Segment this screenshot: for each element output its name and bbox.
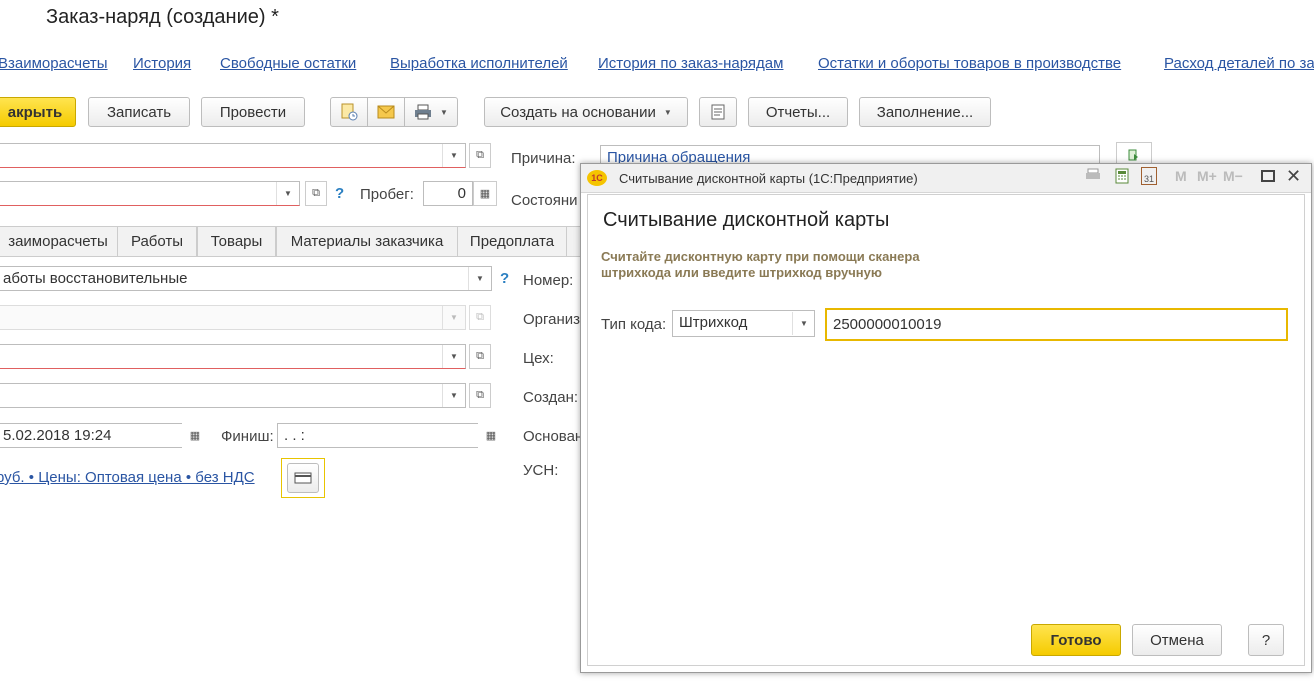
discount-card-dialog: 1С Считывание дисконтной карты (1С:Предп… <box>580 163 1312 673</box>
dialog-window-title: Считывание дисконтной карты (1С:Предприя… <box>619 171 918 186</box>
app-logo-icon: 1С <box>587 170 607 186</box>
print-icon[interactable] <box>1085 168 1101 185</box>
calculator-icon[interactable]: ▦ <box>473 181 497 206</box>
chevron-down-icon[interactable]: ▼ <box>442 345 465 368</box>
card-icon <box>287 463 319 493</box>
open-icon[interactable]: ⧉ <box>305 181 327 206</box>
fill-button[interactable]: Заполнение... <box>859 97 991 127</box>
reports-button[interactable]: Отчеты... <box>748 97 848 127</box>
nav-link-free-stock[interactable]: Свободные остатки <box>220 55 356 72</box>
memory-plus-button[interactable]: M+ <box>1197 168 1217 184</box>
state-label: Состояни <box>511 192 578 209</box>
tabs-divider <box>0 256 580 257</box>
created-label: Создан: <box>523 389 579 406</box>
calendar-icon[interactable]: 31 <box>1141 167 1157 185</box>
chevron-down-icon[interactable]: ▼ <box>468 267 491 290</box>
usn-label: УСН: <box>523 462 559 479</box>
work-type-field[interactable]: аботы восстановительные <box>0 266 492 291</box>
chevron-down-icon[interactable]: ▼ <box>442 384 465 407</box>
number-label: Номер: <box>523 272 574 289</box>
tab-customer-materials[interactable]: Материалы заказчика <box>276 226 458 256</box>
open-icon: ⧉ <box>469 305 491 330</box>
finish-label: Финиш: <box>221 428 274 445</box>
memory-m-button[interactable]: M <box>1175 168 1187 184</box>
document-list-icon[interactable] <box>699 97 737 127</box>
document-history-icon[interactable] <box>330 97 368 127</box>
shop-label: Цех: <box>523 350 554 367</box>
nav-link-performer-output[interactable]: Выработка исполнителей <box>390 55 568 72</box>
post-button[interactable]: Провести <box>201 97 305 127</box>
ok-button[interactable]: Готово <box>1031 624 1121 656</box>
help-icon[interactable]: ? <box>500 270 509 287</box>
nav-link-history[interactable]: История <box>133 55 191 72</box>
create-based-on-label: Создать на основании <box>500 103 656 121</box>
mileage-input[interactable]: 0 <box>423 181 473 206</box>
basis-label: Основан <box>523 428 584 445</box>
finish-date-input[interactable]: . . : <box>277 423 503 448</box>
reason-label: Причина: <box>511 150 576 167</box>
nav-link-settlements[interactable]: Взаиморасчеты <box>0 55 108 72</box>
open-icon[interactable]: ⧉ <box>469 143 491 168</box>
create-based-on-button[interactable]: Создать на основании ▼ <box>484 97 688 127</box>
chevron-down-icon: ▼ <box>663 107 672 117</box>
chevron-down-icon[interactable]: ▼ <box>442 144 465 167</box>
cancel-button[interactable]: Отмена <box>1132 624 1222 656</box>
chevron-down-icon: ▼ <box>440 107 448 117</box>
close-button[interactable]: акрыть <box>0 97 76 127</box>
tab-settlements[interactable]: заиморасчеты <box>0 226 118 256</box>
open-icon[interactable]: ⧉ <box>469 383 491 408</box>
page-title: Заказ-наряд (создание) * <box>46 6 279 28</box>
open-icon[interactable]: ⧉ <box>469 344 491 369</box>
instruction-line-1: Считайте дисконтную карту при помощи ска… <box>601 249 920 264</box>
help-button[interactable]: ? <box>1248 624 1284 656</box>
print-icon[interactable]: ▼ <box>404 97 458 127</box>
counterparty-field[interactable]: ▼ <box>0 143 466 168</box>
chevron-down-icon[interactable]: ▼ <box>276 182 299 205</box>
nav-link-order-history[interactable]: История по заказ-нарядам <box>598 55 783 72</box>
dialog-heading: Считывание дисконтной карты <box>603 209 890 231</box>
dialog-body: Считывание дисконтной карты Считайте дис… <box>587 194 1305 666</box>
dialog-titlebar: 1С Считывание дисконтной карты (1С:Предп… <box>581 164 1311 193</box>
instruction-line-2: штрихкода или введите штрихкод вручную <box>601 265 882 280</box>
code-type-label: Тип кода: <box>601 316 667 333</box>
tab-works[interactable]: Работы <box>117 226 197 256</box>
maximize-icon[interactable] <box>1261 170 1275 182</box>
calendar-icon[interactable]: ▦ <box>182 423 208 448</box>
nav-link-parts-consumption[interactable]: Расход деталей по за <box>1164 55 1314 72</box>
tab-goods[interactable]: Товары <box>197 226 276 256</box>
nav-link-production-stock[interactable]: Остатки и обороты товаров в производстве <box>818 55 1121 72</box>
organization-label: Организ <box>523 311 581 328</box>
calendar-icon[interactable]: ▦ <box>478 423 504 448</box>
save-button[interactable]: Записать <box>88 97 190 127</box>
calculator-icon[interactable] <box>1115 168 1129 187</box>
close-icon[interactable]: ✕ <box>1286 166 1301 187</box>
car-field[interactable]: ▼ <box>0 181 300 206</box>
chevron-down-icon[interactable]: ▼ <box>792 312 815 335</box>
mileage-label: Пробег: <box>360 186 414 203</box>
shop-select-field[interactable]: ▼ <box>0 344 466 369</box>
email-icon[interactable] <box>367 97 405 127</box>
start-date-input[interactable]: 5.02.2018 19:24 <box>0 423 208 448</box>
memory-minus-button[interactable]: M− <box>1223 168 1243 184</box>
barcode-input[interactable]: 2500000010019 <box>825 308 1288 341</box>
organization-field: ▼ <box>0 305 466 330</box>
discount-card-button[interactable] <box>281 458 325 498</box>
tab-prepayment[interactable]: Предоплата <box>457 226 567 256</box>
author-field[interactable]: ▼ <box>0 383 466 408</box>
help-icon[interactable]: ? <box>335 185 344 202</box>
chevron-down-icon: ▼ <box>442 306 465 329</box>
price-settings-link[interactable]: руб. • Цены: Оптовая цена • без НДС <box>0 469 255 486</box>
